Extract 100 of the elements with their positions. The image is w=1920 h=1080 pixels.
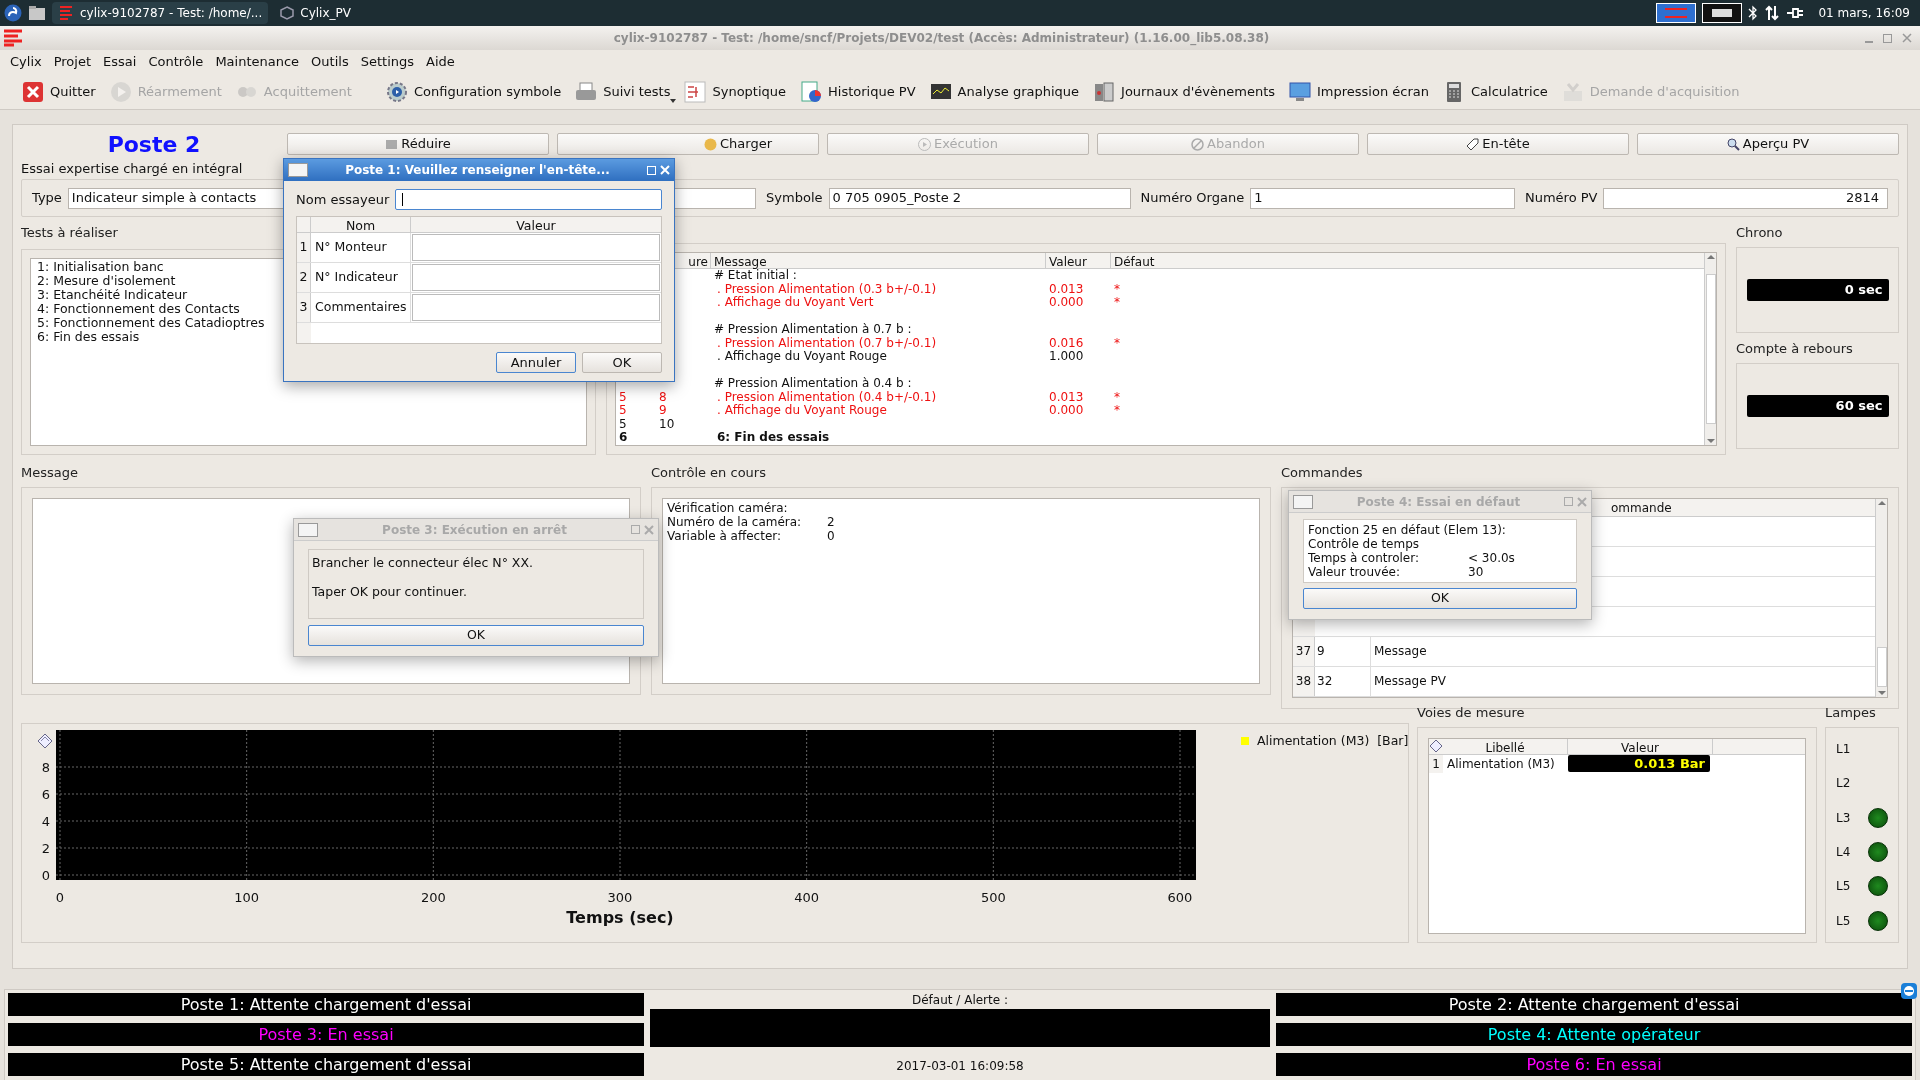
load-status-text: Essai expertise chargé en intégral <box>21 160 243 178</box>
row-number: 37 <box>1293 636 1315 666</box>
tag-icon <box>1466 137 1480 151</box>
station-status: Poste 4: Attente opérateur <box>1487 1023 1701 1046</box>
value-input[interactable] <box>412 234 660 261</box>
lamp-label: L5 <box>1836 878 1851 896</box>
x-tick-label: 200 <box>420 890 446 905</box>
table-cell: * <box>1114 403 1120 417</box>
menu-item[interactable]: Projet <box>47 52 98 72</box>
toolbar-button[interactable]: Impression écran <box>1283 76 1435 107</box>
menu-item[interactable]: Outils <box>305 52 355 72</box>
station-status: Poste 5: Attente chargement d'essai <box>180 1053 472 1076</box>
table-cell: N° Monteur <box>311 233 411 262</box>
timer-display: 60 sec <box>1746 394 1889 417</box>
menu-item[interactable]: Maintenance <box>209 52 306 72</box>
close-icon[interactable] <box>1902 33 1912 43</box>
tray-app-icon[interactable] <box>1656 3 1697 23</box>
action-button[interactable]: Aperçu PV <box>1637 133 1899 155</box>
action-button[interactable]: En-tête <box>1367 133 1629 155</box>
window-icon <box>1293 494 1313 509</box>
station-status: Poste 3: En essai <box>258 1023 394 1046</box>
dialog-title: Poste 4: Essai en défaut <box>1355 493 1522 511</box>
table-cell: Commentaires <box>311 293 411 322</box>
network-arrows-icon[interactable] <box>1764 5 1781 21</box>
zoom-tool-icon[interactable] <box>36 732 54 750</box>
toolbar-button[interactable]: Analyse graphique <box>923 76 1086 107</box>
dialog-button[interactable]: OK <box>582 352 662 373</box>
lamp-label: L2 <box>1836 775 1851 793</box>
menu-item[interactable]: Contrôle <box>142 52 210 72</box>
y-tick-label: 2 <box>41 841 50 856</box>
column-header: Nom <box>311 217 411 232</box>
y-tick-label: 0 <box>41 868 50 883</box>
hexagon-icon <box>280 6 295 20</box>
toolbar-button[interactable]: Journaux d'évènements <box>1087 76 1281 107</box>
play-icon <box>109 80 132 103</box>
table-cell: # Pression Alimentation à 0.7 b : <box>714 322 912 336</box>
menu-item[interactable]: Settings <box>354 52 420 72</box>
scrollbar[interactable] <box>1704 253 1716 445</box>
zoom-tool-icon[interactable] <box>1429 738 1443 753</box>
taskbar-window[interactable]: cylix-9102787 - Test: /home/... <box>52 2 269 24</box>
ok-button[interactable]: OK <box>1303 588 1577 609</box>
printer-icon <box>575 80 598 103</box>
clock[interactable]: 01 mars, 16:09 <box>1810 4 1916 22</box>
toolbar-button[interactable]: Quitter <box>16 76 102 107</box>
bluetooth-icon[interactable] <box>1748 5 1759 21</box>
value-input[interactable] <box>412 264 660 291</box>
station-status: Poste 6: En essai <box>1526 1053 1662 1076</box>
x-tick-label: 100 <box>234 890 260 905</box>
name-input[interactable] <box>395 189 662 210</box>
text-field[interactable]: 1 <box>1250 187 1515 209</box>
toolbar-button[interactable]: Suivi tests <box>569 76 677 107</box>
restore-icon[interactable] <box>1883 33 1892 43</box>
keyboard-icon[interactable] <box>1702 3 1743 23</box>
toolbar-button[interactable]: Synoptique <box>678 76 793 107</box>
table-cell: 5 <box>619 403 627 417</box>
text-field[interactable]: 0 705 0905_Poste 2 <box>828 187 1131 209</box>
table-cell: . Pression Alimentation (0.7 b+/-0.1) <box>717 335 937 350</box>
toolbar-button[interactable]: Calculatrice <box>1437 76 1554 107</box>
play-icon <box>918 137 932 151</box>
section-label: Lampes <box>1825 704 1876 722</box>
fault-value: < 30.0s <box>1468 551 1515 565</box>
field-label: Nom essayeur <box>296 190 390 209</box>
table-cell: . Affichage du Voyant Vert <box>717 295 874 309</box>
dialog-button[interactable]: Annuler <box>496 352 576 373</box>
station-status: Poste 1: Attente chargement d'essai <box>180 993 472 1016</box>
value-input[interactable] <box>412 294 660 321</box>
section-label: Compte à rebours <box>1736 340 1853 358</box>
table-cell-text: Alimentation (M3) <box>1446 755 1556 773</box>
toolbar-button[interactable]: Historique PV <box>794 76 922 107</box>
lamp-label: L4 <box>1836 843 1851 861</box>
scrollbar[interactable] <box>1875 498 1887 697</box>
window-icon <box>385 137 399 151</box>
table-cell: * <box>1114 295 1120 309</box>
station-status: Poste 2: Attente chargement d'essai <box>1448 993 1740 1016</box>
table-cell: 1.000 <box>1049 349 1084 363</box>
menu-item[interactable]: Cylix <box>4 52 48 72</box>
ok-button[interactable]: OK <box>308 625 644 646</box>
window-icon <box>298 522 318 537</box>
section-label: Tests à réaliser <box>21 224 118 242</box>
app-logo-icon <box>2 29 24 47</box>
document-chart-icon <box>800 80 823 103</box>
diagram-icon <box>684 80 707 103</box>
menu-item[interactable]: Essai <box>97 52 143 72</box>
menu-item[interactable]: Aide <box>420 52 461 72</box>
action-button[interactable]: Charger <box>557 133 819 155</box>
fault-label: Valeur trouvée: <box>1308 565 1401 579</box>
taskbar-window[interactable]: Cylix_PV <box>274 2 357 24</box>
toolbar-button[interactable]: Configuration symbole <box>379 76 568 107</box>
app-icon[interactable] <box>1900 982 1918 1000</box>
table-cell-text: Message PV <box>1373 673 1446 690</box>
control-label: Numéro de la caméra: <box>667 514 803 529</box>
section-label: Message <box>21 464 78 482</box>
power-plug-icon[interactable] <box>1786 6 1805 20</box>
text-field[interactable]: 2814 <box>1603 187 1888 209</box>
y-tick-label: 4 <box>41 814 50 829</box>
timestamp: 2017-03-01 16:09:58 <box>896 1058 1024 1075</box>
action-button[interactable]: Réduire <box>287 133 549 155</box>
table-cell: 8 <box>659 389 667 404</box>
table-cell: * <box>1114 389 1120 404</box>
table-cell: 0.013 <box>1049 389 1084 404</box>
